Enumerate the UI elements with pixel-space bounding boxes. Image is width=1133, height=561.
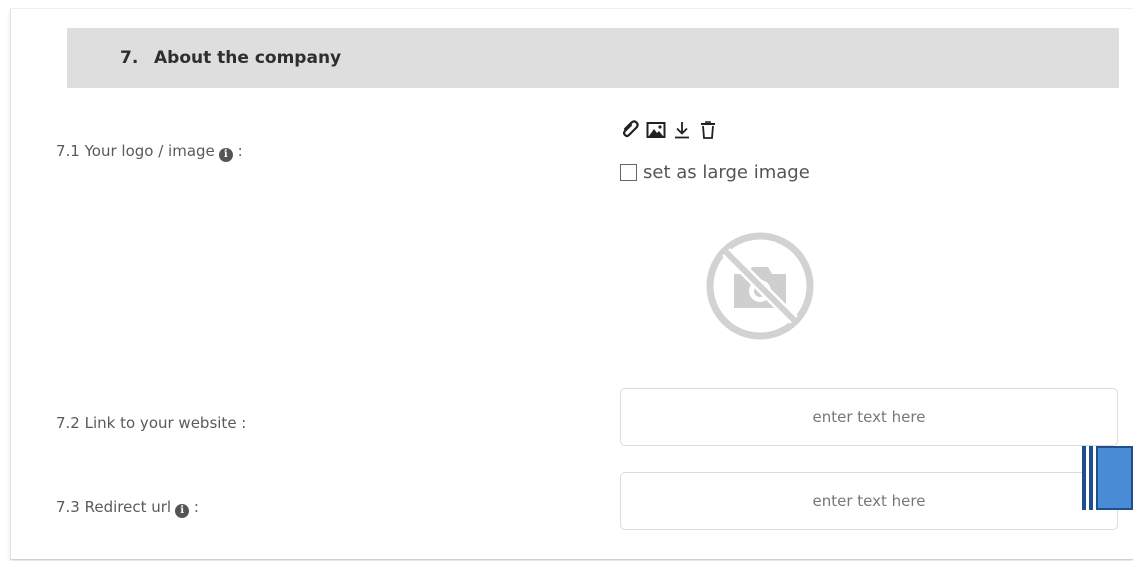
logo-label-suffix: : (237, 142, 243, 160)
large-image-option: set as large image (620, 162, 810, 183)
website-field-label: 7.2 Link to your website : (56, 414, 247, 432)
section-header: 7. About the company (67, 28, 1119, 88)
paperclip-icon[interactable] (620, 119, 640, 141)
redirect-field-label: 7.3 Redirect url i : (56, 498, 199, 518)
redirect-label-suffix: : (193, 498, 199, 516)
info-icon[interactable]: i (175, 504, 190, 518)
info-icon[interactable]: i (218, 148, 233, 162)
website-input[interactable] (620, 388, 1118, 446)
download-icon[interactable] (672, 119, 692, 141)
redirect-label-text: 7.3 Redirect url (56, 498, 172, 516)
redirect-input[interactable] (620, 472, 1118, 530)
no-image-placeholder-icon (704, 230, 816, 342)
large-image-label: set as large image (643, 162, 810, 183)
large-image-checkbox[interactable] (620, 164, 637, 181)
logo-field-label: 7.1 Your logo / image i : (56, 142, 243, 162)
image-icon[interactable] (646, 119, 666, 141)
side-panel-handle[interactable] (1082, 446, 1133, 510)
handle-block (1096, 446, 1133, 510)
image-toolbar (620, 118, 718, 142)
trash-icon[interactable] (698, 119, 718, 141)
section-number: 7. (120, 48, 139, 68)
section-title: About the company (154, 48, 342, 68)
logo-label-text: 7.1 Your logo / image (56, 142, 215, 160)
